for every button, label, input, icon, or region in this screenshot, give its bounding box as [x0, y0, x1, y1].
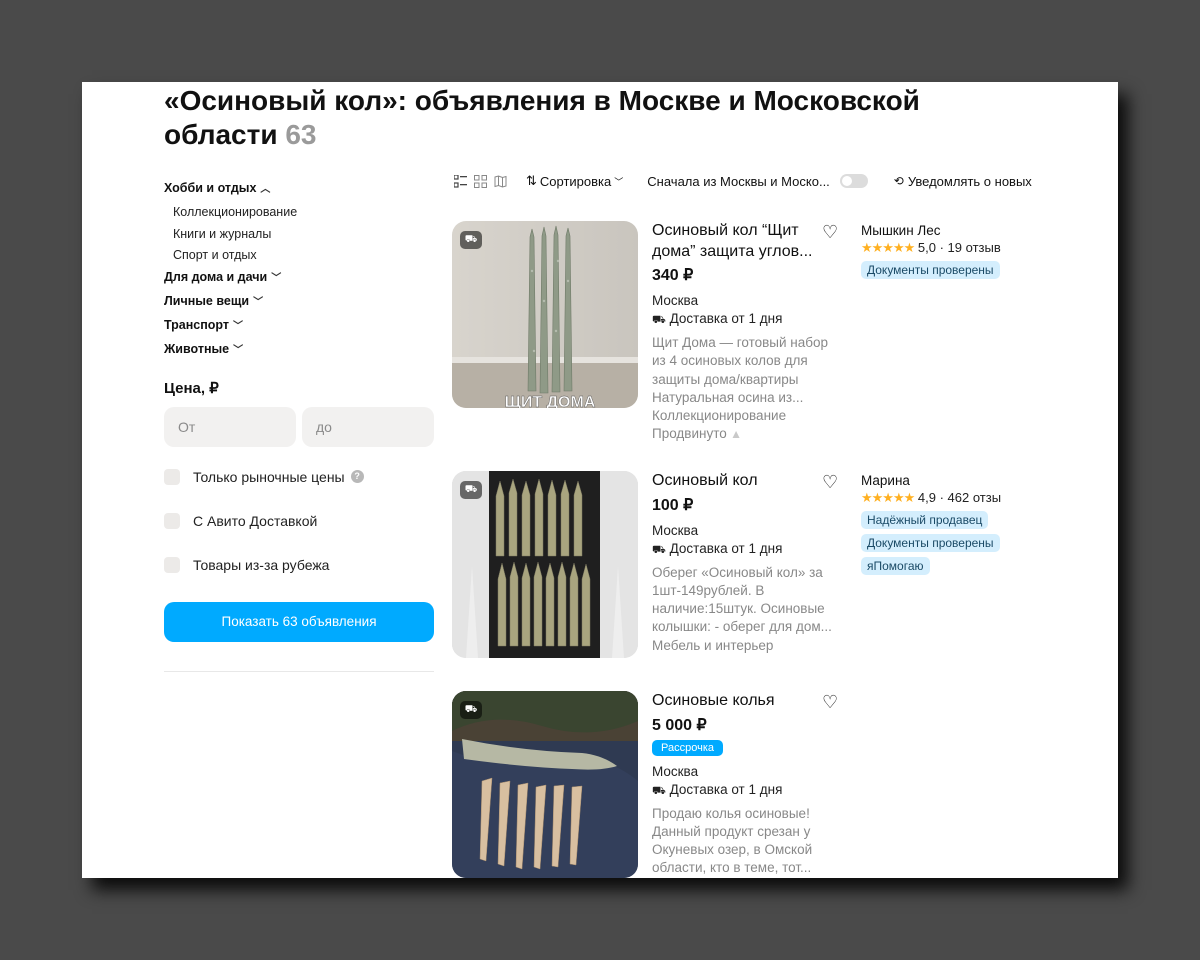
- listing-card[interactable]: ЩИТ ДОМА ⛟ Осиновый кол “Щит дома” защит…: [452, 221, 1052, 441]
- seller-tag: Документы проверены: [861, 534, 1000, 552]
- listing-location: Москва: [652, 293, 699, 308]
- listing-photo[interactable]: ЩИТ ДОМА ⛟: [452, 221, 638, 408]
- listing-photo[interactable]: ⛟: [452, 471, 638, 658]
- delivery-icon: ⛟: [652, 784, 666, 797]
- photo-caption: ЩИТ ДОМА: [505, 394, 596, 408]
- category-transport[interactable]: Транспорт ﹀: [164, 315, 434, 339]
- listing-delivery: ⛟ Доставка от 1 дня: [652, 540, 783, 556]
- listing-price: 100 ₽: [652, 496, 694, 514]
- chevron-down-icon: ﹀: [253, 296, 264, 308]
- listing-location: Москва: [652, 763, 699, 779]
- listing-description: Оберег «Осиновый кол» за 1шт-149рублей. …: [652, 564, 832, 635]
- checkbox-foreign-goods[interactable]: Товары из-за рубежа: [164, 543, 434, 587]
- favorite-heart-icon[interactable]: ♡: [822, 473, 838, 491]
- listing-location: Москва: [652, 522, 699, 538]
- price-heading: Цена, ₽: [164, 379, 219, 397]
- listing-category: Мебель и интерьер: [652, 637, 774, 653]
- listing-title[interactable]: Осиновый кол: [652, 471, 832, 492]
- listing-title[interactable]: Осиновые колья: [652, 691, 832, 712]
- region-toggle[interactable]: [839, 174, 868, 188]
- seller-rating: ★★★★★ 4,9 · 462 отзы: [861, 490, 1002, 505]
- star-rating-icon: ★★★★★: [861, 240, 915, 255]
- delivery-icon: ⛟: [652, 543, 666, 556]
- show-results-button[interactable]: Показать 63 объявления: [164, 601, 434, 642]
- category-hobby[interactable]: Хобби и отдых ︿: [164, 178, 434, 202]
- installment-badge: Рассрочка: [652, 739, 723, 756]
- category-home[interactable]: Для дома и дачи ﹀: [164, 267, 434, 291]
- divider: [164, 670, 434, 672]
- listing-title[interactable]: Осиновый кол “Щит дома” защита углов...: [652, 221, 832, 262]
- checkbox-box[interactable]: [164, 556, 180, 573]
- sort-icon: ⇅: [526, 173, 537, 188]
- listing-promo: Продвинуто ▲: [652, 426, 742, 442]
- seller-info: Марина ★★★★★ 4,9 · 462 отзы Надёжный про…: [861, 473, 1026, 575]
- delivery-icon: ⛟: [652, 314, 666, 326]
- promoted-arrow-icon: ▲: [726, 427, 742, 442]
- region-first-label: Сначала из Москвы и Моско...: [647, 173, 830, 189]
- checkbox-box[interactable]: [164, 468, 180, 485]
- page-title: «Осиновый кол»: объявления в Москве и Мо…: [164, 85, 920, 150]
- search-bell-icon: ⟲: [893, 174, 904, 188]
- chevron-down-icon: ﹀: [271, 272, 282, 284]
- subcategory-sport[interactable]: Спорт и отдых: [164, 245, 434, 267]
- star-rating-icon: ★★★★★: [861, 490, 915, 505]
- subcategory-collecting[interactable]: Коллекционирование: [164, 202, 434, 224]
- category-personal[interactable]: Личные вещи ﹀: [164, 291, 434, 315]
- subcategory-books[interactable]: Книги и журналы: [164, 224, 434, 246]
- seller-rating: ★★★★★ 5,0 · 19 отзыв: [861, 240, 1001, 255]
- seller-tag: Надёжный продавец: [861, 511, 989, 529]
- favorite-heart-icon[interactable]: ♡: [822, 693, 838, 711]
- listing-card[interactable]: ⛟ Осиновый кол 100 ₽ Москва ⛟ Доставка о…: [452, 471, 1052, 661]
- chevron-up-icon: ︿: [260, 184, 271, 195]
- listing-card[interactable]: ⛟ Осиновые колья 5 000 ₽ Рассрочка Москв…: [452, 691, 1052, 878]
- results-count: 63: [285, 119, 317, 150]
- listing-info: Осиновый кол “Щит дома” защита углов... …: [652, 221, 832, 444]
- listing-price: 340 ₽: [652, 267, 694, 284]
- seller-name[interactable]: Мышкин Лес: [861, 223, 1026, 238]
- listing-photo[interactable]: ⛟: [452, 691, 638, 878]
- seller-tag: яПомогаю: [861, 557, 930, 575]
- chevron-down-icon: ﹀: [614, 176, 624, 187]
- filter-sidebar: Хобби и отдых ︿ Коллекционирование Книги …: [164, 178, 434, 672]
- seller-tag: Документы проверены: [861, 261, 1000, 279]
- map-view-icon[interactable]: [492, 173, 508, 189]
- listing-description: Щит Дома — готовый набор из 4 осиновых к…: [652, 335, 828, 405]
- price-range: [164, 406, 434, 447]
- checkbox-market-prices[interactable]: Только рыночные цены?: [164, 455, 434, 499]
- price-from-input[interactable]: [164, 406, 296, 447]
- delivery-badge-icon: ⛟: [460, 481, 482, 499]
- sort-dropdown[interactable]: ⇅ Сортировка ﹀: [526, 173, 623, 189]
- listing-description: Продаю колья осиновые! Данный продукт ср…: [652, 805, 813, 876]
- delivery-badge-icon: ⛟: [460, 701, 482, 719]
- listing-delivery: ⛟ Доставка от 1 дня: [652, 311, 783, 326]
- checkbox-avito-delivery[interactable]: С Авито Доставкой: [164, 499, 434, 543]
- checkbox-box[interactable]: [164, 512, 180, 529]
- category-animals[interactable]: Животные ﹀: [164, 339, 434, 363]
- page-frame: «Осиновый кол»: объявления в Москве и Мо…: [82, 82, 1118, 878]
- seller-name[interactable]: Марина: [861, 473, 1026, 488]
- list-view-icon[interactable]: [452, 173, 468, 189]
- chevron-down-icon: ﹀: [233, 320, 244, 332]
- listing-info: Осиновый кол 100 ₽ Москва ⛟ Доставка от …: [652, 471, 832, 655]
- grid-view-icon[interactable]: [472, 173, 488, 189]
- listing-price: 5 000 ₽: [652, 716, 707, 734]
- listing-delivery: ⛟ Доставка от 1 дня: [652, 781, 783, 797]
- seller-info: Мышкин Лес ★★★★★ 5,0 · 19 отзыв Документ…: [861, 223, 1026, 279]
- listing-category: Коллекционирование: [652, 408, 787, 424]
- chevron-down-icon: ﹀: [233, 344, 244, 356]
- price-to-input[interactable]: [302, 406, 434, 447]
- delivery-badge-icon: ⛟: [460, 231, 482, 249]
- notify-button[interactable]: ⟲ Уведомлять о новых: [894, 174, 1032, 189]
- favorite-heart-icon[interactable]: ♡: [822, 223, 838, 241]
- results-toolbar: ⇅ Сортировка ﹀ Сначала из Москвы и Моско..…: [452, 170, 1032, 192]
- help-icon[interactable]: ?: [350, 470, 364, 483]
- listing-info: Осиновые колья 5 000 ₽ Рассрочка Москва …: [652, 691, 832, 878]
